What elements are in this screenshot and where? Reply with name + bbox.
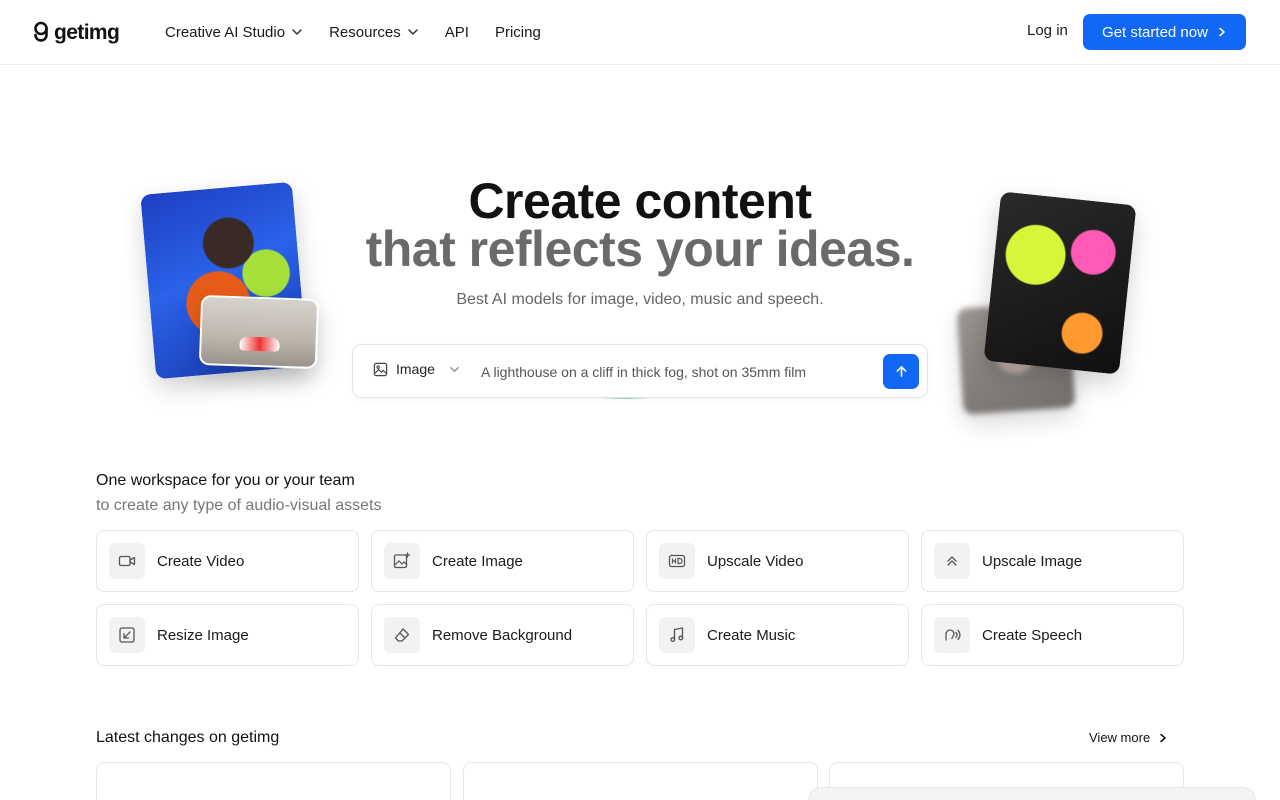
tool-label: Create Image: [432, 552, 523, 570]
tool-label: Create Music: [707, 626, 796, 644]
nav-item-creative-ai-studio[interactable]: Creative AI Studio: [165, 24, 303, 41]
tool-create-image[interactable]: Create Image: [371, 530, 634, 592]
tool-label: Create Video: [157, 552, 245, 570]
mode-select[interactable]: Image: [373, 361, 460, 377]
image-icon: [373, 362, 388, 376]
view-more-link[interactable]: View more: [1089, 730, 1168, 745]
tool-label: Upscale Video: [707, 552, 804, 570]
chevron-down-icon: [450, 366, 459, 372]
tool-resize-image[interactable]: Resize Image: [96, 604, 359, 666]
tool-icon-box: [384, 543, 420, 579]
logo-text: getimg: [54, 20, 120, 44]
nav-item-label: Pricing: [494, 23, 541, 41]
nav-item-resources[interactable]: Resources: [329, 24, 419, 41]
chevron-right-icon: [1219, 27, 1225, 37]
chevron-down-icon: [408, 29, 418, 35]
eraser-icon: [394, 628, 410, 642]
prompt-input[interactable]: [481, 357, 877, 387]
tool-icon-box: [934, 543, 970, 579]
sneaker-shape: [239, 336, 280, 352]
tool-label: Resize Image: [157, 626, 249, 644]
hd-icon: [668, 554, 686, 568]
latest-card[interactable]: [96, 762, 451, 800]
music-note-icon: [670, 627, 684, 642]
tool-icon-box: [109, 617, 145, 653]
hero-subtitle: Best AI models for image, video, music a…: [456, 291, 824, 308]
tool-upscale-image[interactable]: Upscale Image: [921, 530, 1184, 592]
chevron-right-icon: [1160, 733, 1166, 742]
view-more-label: View more: [1089, 730, 1151, 745]
tool-icon-box: [384, 617, 420, 653]
nav-item-pricing[interactable]: Pricing: [495, 24, 541, 41]
tool-create-video[interactable]: Create Video: [96, 530, 359, 592]
hero-title-line2: that reflects your ideas.: [365, 221, 915, 277]
nav-item-api[interactable]: API: [445, 24, 469, 41]
tool-label: Create Speech: [982, 626, 1083, 644]
site-header: getimg Creative AI Studio Resources API …: [0, 0, 1280, 65]
prompt-bar: Image: [352, 344, 928, 398]
get-started-label: Get started now: [1102, 23, 1208, 41]
chevron-down-icon: [292, 29, 302, 35]
main-nav: Creative AI Studio Resources API Pricing: [165, 0, 567, 64]
tool-icon-box: [659, 617, 695, 653]
submit-button[interactable]: [883, 354, 919, 389]
workspace-subtitle: to create any type of audio-visual asset…: [96, 497, 382, 514]
tool-label: Upscale Image: [982, 552, 1083, 570]
speech-wave-icon: [945, 629, 961, 641]
tool-create-speech[interactable]: Create Speech: [921, 604, 1184, 666]
login-link[interactable]: Log in: [1027, 22, 1068, 39]
get-started-button[interactable]: Get started now: [1083, 14, 1246, 50]
logo[interactable]: getimg: [32, 19, 120, 45]
tool-icon-box: [659, 543, 695, 579]
resize-arrow-icon: [119, 627, 135, 643]
tool-create-music[interactable]: Create Music: [646, 604, 909, 666]
image-sparkle-icon: [393, 552, 411, 569]
tool-label: Remove Background: [432, 626, 573, 644]
nav-item-label: Resources: [329, 23, 401, 41]
tool-upscale-video[interactable]: Upscale Video: [646, 530, 909, 592]
tool-icon-box: [934, 617, 970, 653]
logo-mark-icon: [34, 21, 48, 42]
nav-item-label: Creative AI Studio: [165, 23, 286, 41]
chevrons-up-icon: [947, 556, 957, 566]
tool-icon-box: [109, 543, 145, 579]
bottom-panel: [808, 787, 1256, 800]
tool-remove-background[interactable]: Remove Background: [371, 604, 634, 666]
workspace-title: One workspace for you or your team: [96, 472, 355, 489]
nav-item-label: API: [444, 23, 469, 41]
video-camera-icon: [118, 555, 136, 567]
latest-title: Latest changes on getimg: [96, 729, 280, 746]
arrow-up-icon: [896, 366, 906, 377]
latest-card[interactable]: [463, 762, 818, 800]
mode-select-label: Image: [396, 361, 435, 377]
